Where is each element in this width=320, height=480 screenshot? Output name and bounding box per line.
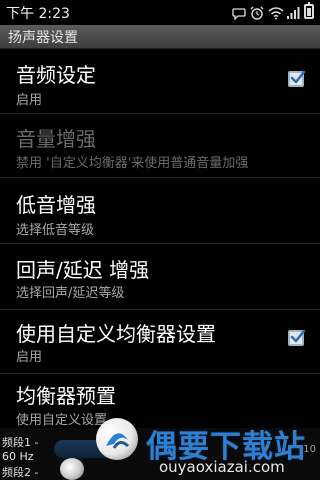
band1-label: 频段1 - bbox=[2, 436, 39, 449]
custom-equalizer-checkbox[interactable] bbox=[288, 329, 306, 346]
band1-frequency: 60 Hz bbox=[2, 450, 34, 463]
pref-title: 回声/延迟 增强 bbox=[16, 258, 150, 282]
pref-title: 使用自定义均衡器设置 bbox=[16, 322, 216, 346]
pref-custom-equalizer[interactable]: 使用自定义均衡器设置 启用 bbox=[0, 310, 320, 374]
pref-summary: 选择回声/延迟等级 bbox=[16, 286, 125, 301]
pref-summary: 禁用 '自定义均衡器'来使用普通音量加强 bbox=[16, 156, 249, 171]
band2-label: 频段2 - bbox=[2, 466, 39, 479]
watermark-url: ouyaoxiazai.com bbox=[159, 458, 285, 476]
pref-summary: 选择低音等级 bbox=[16, 223, 95, 238]
status-icons bbox=[232, 2, 314, 21]
check-mark-icon bbox=[290, 70, 306, 84]
title-bar: 扬声器设置 bbox=[0, 25, 320, 49]
pref-volume-boost: 音量增强 禁用 '自定义均衡器'来使用普通音量加强 bbox=[0, 114, 320, 178]
status-bar: 下午 2:23 bbox=[0, 0, 320, 25]
battery-icon bbox=[304, 2, 314, 19]
alarm-icon bbox=[250, 5, 264, 20]
pref-bass-boost[interactable]: 低音增强 选择低音等级 bbox=[0, 178, 320, 244]
wifi-icon bbox=[268, 5, 284, 19]
screen-title: 扬声器设置 bbox=[8, 29, 78, 46]
band1-slider-knob[interactable] bbox=[60, 458, 84, 480]
pref-summary: 启用 bbox=[16, 93, 43, 108]
status-time: 下午 2:23 bbox=[6, 5, 70, 22]
pref-title: 均衡器预置 bbox=[16, 384, 116, 408]
pref-summary: 启用 bbox=[16, 350, 43, 365]
pref-echo-delay-boost[interactable]: 回声/延迟 增强 选择回声/延迟等级 bbox=[0, 244, 320, 310]
pref-title: 音频设定 bbox=[16, 63, 96, 87]
signal-icon bbox=[286, 5, 300, 19]
pref-summary: 使用自定义设置 bbox=[16, 413, 108, 428]
watermark-logo-icon bbox=[96, 418, 138, 460]
pref-title: 低音增强 bbox=[16, 193, 96, 217]
pref-audio-settings[interactable]: 音频设定 启用 bbox=[0, 50, 320, 114]
pref-title: 音量增强 bbox=[16, 127, 96, 151]
check-mark-icon bbox=[290, 329, 306, 343]
audio-settings-checkbox[interactable] bbox=[288, 70, 306, 87]
chat-icon bbox=[232, 5, 246, 21]
